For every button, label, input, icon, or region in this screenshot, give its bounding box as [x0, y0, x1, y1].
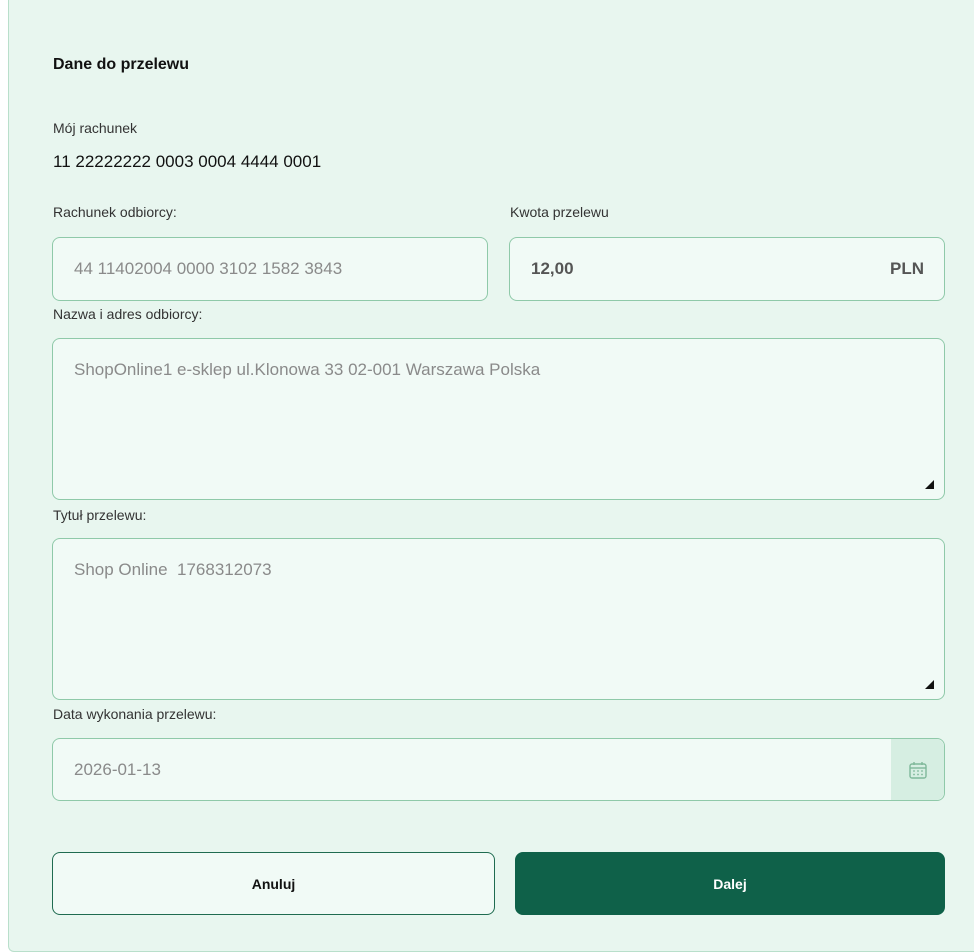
recipient-name-textarea[interactable]: ShopOnline1 e-sklep ul.Klonowa 33 02-001… — [52, 338, 945, 500]
amount-value: 12,00 — [531, 259, 574, 278]
execution-date-label: Data wykonania przelewu: — [53, 706, 217, 722]
transfer-title-textarea[interactable]: Shop Online 1768312073 — [52, 538, 945, 700]
amount-label: Kwota przelewu — [510, 204, 609, 220]
calendar-button[interactable] — [891, 739, 944, 800]
calendar-icon — [908, 761, 927, 779]
form-title: Dane do przelewu — [53, 56, 190, 73]
recipient-name-value: ShopOnline1 e-sklep ul.Klonowa 33 02-001… — [74, 360, 541, 379]
recipient-name-label: Nazwa i adres odbiorcy: — [53, 306, 203, 322]
transfer-title-label: Tytuł przelewu: — [53, 507, 147, 523]
execution-date-field[interactable]: 2026-01-13 — [52, 738, 945, 801]
my-account-label: Mój rachunek — [53, 120, 138, 136]
next-button[interactable]: Dalej — [515, 852, 945, 915]
amount-field[interactable]: 12,00 PLN — [509, 237, 945, 301]
cancel-button[interactable]: Anuluj — [52, 852, 495, 915]
resize-handle-icon[interactable] — [925, 680, 934, 689]
recipient-account-value: 44 11402004 0000 3102 1582 3843 — [74, 259, 343, 278]
recipient-account-label: Rachunek odbiorcy: — [53, 204, 177, 220]
transfer-form-card: Dane do przelewu Mój rachunek 11 2222222… — [8, 0, 974, 952]
recipient-account-field[interactable]: 44 11402004 0000 3102 1582 3843 — [52, 237, 488, 301]
my-account-number: 11 22222222 0003 0004 4444 0001 — [53, 152, 322, 171]
execution-date-value: 2026-01-13 — [74, 760, 161, 779]
transfer-title-value: Shop Online 1768312073 — [74, 560, 272, 579]
resize-handle-icon[interactable] — [925, 480, 934, 489]
currency-label: PLN — [890, 259, 924, 278]
